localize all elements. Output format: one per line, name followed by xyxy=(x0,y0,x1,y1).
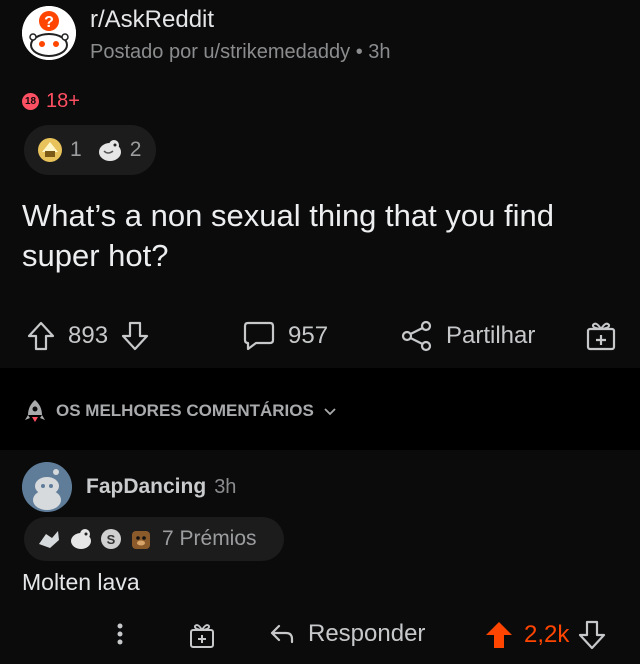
more-vertical-icon xyxy=(117,623,123,645)
svg-text:S: S xyxy=(107,532,116,547)
posted-by[interactable]: Postado por u/strikemedaddy • 3h xyxy=(90,40,391,64)
more-options-button[interactable] xyxy=(110,620,130,648)
avatar[interactable] xyxy=(22,462,72,512)
comment-time: 3h xyxy=(214,475,237,498)
upvote-filled-icon[interactable] xyxy=(484,620,514,650)
wholesome-award-icon xyxy=(71,529,91,549)
nsfw-tag: 18 18+ xyxy=(22,90,80,113)
comment-username[interactable]: FapDancing xyxy=(86,475,206,499)
comment-score: 2,2k xyxy=(524,621,570,648)
comment-bubble-icon xyxy=(243,321,275,351)
post-actions: 893 957 Partilhar xyxy=(0,312,640,360)
comment-awards[interactable]: S 7 Prémios xyxy=(24,517,284,561)
downvote-icon[interactable] xyxy=(120,320,150,352)
gold-award-icon xyxy=(38,138,62,162)
subreddit-name[interactable]: r/AskReddit xyxy=(90,6,391,34)
rocket-icon xyxy=(25,400,45,422)
chevron-down-icon xyxy=(324,408,336,416)
share-icon xyxy=(401,320,432,352)
bear-award-icon xyxy=(132,531,150,549)
comments-button[interactable]: 957 xyxy=(242,320,328,352)
comment-awards-label: 7 Prémios xyxy=(162,527,257,550)
award-button[interactable] xyxy=(584,318,618,352)
gift-award-icon xyxy=(190,624,214,648)
gold-award-count: 1 xyxy=(70,138,82,161)
subreddit-avatar[interactable]: ? xyxy=(22,6,76,60)
sort-label: OS MELHORES COMENTÁRIOS xyxy=(56,401,314,420)
reply-button[interactable]: Responder xyxy=(268,620,425,648)
comment-sort[interactable]: OS MELHORES COMENTÁRIOS xyxy=(22,398,338,424)
svg-text:?: ? xyxy=(44,14,54,31)
snoo-avatar-icon xyxy=(22,462,72,512)
post-awards[interactable]: 1 2 xyxy=(24,125,156,175)
comment-award-button[interactable] xyxy=(188,620,216,650)
nsfw-label: 18+ xyxy=(46,90,80,112)
comment-actions: Responder 2,2k xyxy=(0,612,640,660)
wholesome-award-count: 2 xyxy=(129,138,142,161)
post-title[interactable]: What’s a non sexual thing that you find … xyxy=(22,196,622,276)
share-button[interactable]: Partilhar xyxy=(400,320,535,352)
snoo-question-icon: ? xyxy=(22,6,76,60)
post-header: ? r/AskReddit Postado por u/strikemedadd… xyxy=(22,6,391,64)
comment-vote-group: 2,2k xyxy=(484,620,607,650)
reply-arrow-icon xyxy=(270,624,294,644)
reply-label: Responder xyxy=(308,620,426,647)
comment-body: Molten lava xyxy=(22,569,140,595)
vote-group: 893 xyxy=(26,320,150,352)
helpful-award-icon xyxy=(39,531,59,548)
wholesome-award-icon xyxy=(98,140,121,161)
silver-award-icon: S xyxy=(101,529,121,549)
downvote-icon[interactable] xyxy=(577,620,607,650)
comment-count: 957 xyxy=(288,322,329,349)
upvote-icon[interactable] xyxy=(26,320,56,352)
gift-award-icon xyxy=(586,322,616,351)
comment-header: FapDancing 3h xyxy=(22,462,236,512)
nsfw-badge-icon: 18 xyxy=(22,93,39,110)
post-score: 893 xyxy=(68,322,109,349)
share-label: Partilhar xyxy=(446,322,536,349)
